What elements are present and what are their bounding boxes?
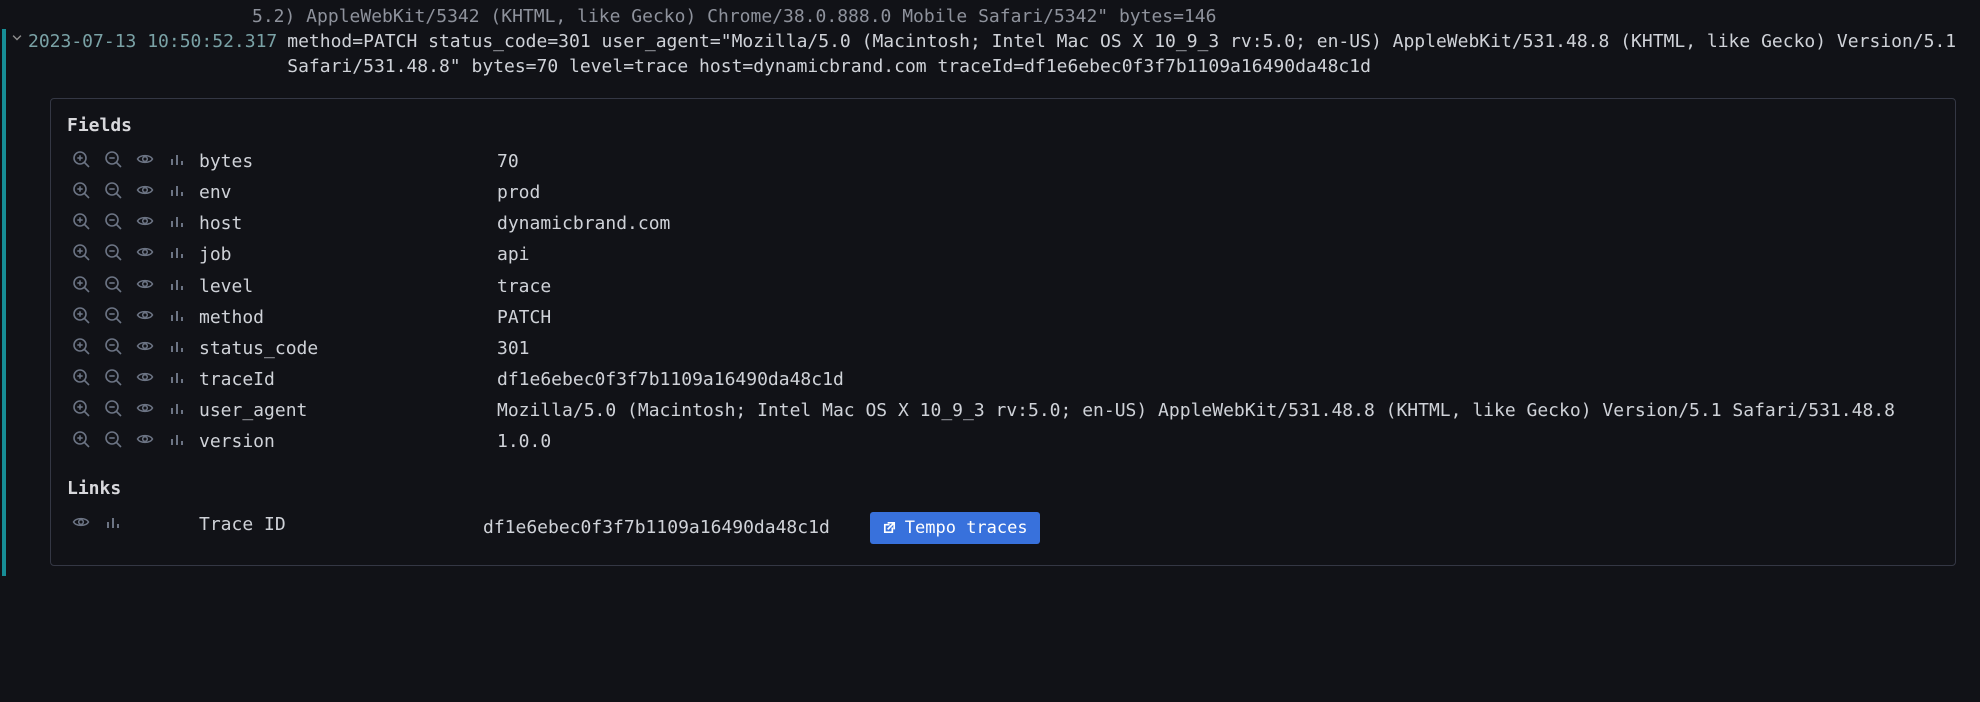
field-row: method PATCH [67,302,1939,333]
log-timestamp: 2023-07-13 10:50:52.317 [28,29,287,54]
field-row: job api [67,239,1939,270]
tempo-button-label: Tempo traces [905,518,1028,538]
field-key: bytes [199,149,497,174]
eye-icon[interactable] [71,512,91,532]
eye-icon[interactable] [135,305,155,325]
eye-icon[interactable] [135,274,155,294]
log-message: method=PATCH status_code=301 user_agent=… [287,29,1980,79]
eye-icon[interactable] [135,180,155,200]
field-value: Mozilla/5.0 (Macintosh; Intel Mac OS X 1… [497,398,1939,423]
stats-icon[interactable] [167,367,187,387]
eye-icon[interactable] [135,149,155,169]
zoom-in-icon[interactable] [71,429,91,449]
eye-icon[interactable] [135,211,155,231]
stats-icon[interactable] [167,429,187,449]
zoom-out-icon[interactable] [103,305,123,325]
stats-icon[interactable] [167,398,187,418]
eye-icon[interactable] [135,398,155,418]
field-row: level trace [67,271,1939,302]
zoom-out-icon[interactable] [103,180,123,200]
fields-section-title: Fields [67,113,1939,138]
field-key: version [199,429,497,454]
field-key: method [199,305,497,330]
zoom-in-icon[interactable] [71,211,91,231]
field-row: host dynamicbrand.com [67,208,1939,239]
zoom-out-icon[interactable] [103,242,123,262]
link-key: Trace ID [199,512,483,537]
zoom-out-icon[interactable] [103,149,123,169]
log-row-expanded[interactable]: 2023-07-13 10:50:52.317 method=PATCH sta… [2,29,1980,79]
stats-icon[interactable] [103,512,123,532]
zoom-in-icon[interactable] [71,242,91,262]
field-key: traceId [199,367,497,392]
field-value: 1.0.0 [497,429,1939,454]
tempo-traces-button[interactable]: Tempo traces [870,512,1040,544]
field-row: status_code 301 [67,333,1939,364]
collapse-caret-icon[interactable] [10,29,28,45]
log-details-panel: Fields bytes 70 env prod host dynamicbra… [50,98,1956,566]
links-section-title: Links [67,476,1939,501]
zoom-in-icon[interactable] [71,274,91,294]
zoom-in-icon[interactable] [71,398,91,418]
previous-log-text: 5.2) AppleWebKit/5342 (KHTML, like Gecko… [252,4,1980,29]
field-value: trace [497,274,1939,299]
eye-icon[interactable] [135,242,155,262]
field-key: user_agent [199,398,497,423]
field-value: api [497,242,1939,267]
stats-icon[interactable] [167,274,187,294]
field-value: 70 [497,149,1939,174]
field-key: host [199,211,497,236]
zoom-out-icon[interactable] [103,429,123,449]
zoom-in-icon[interactable] [71,305,91,325]
field-row: bytes 70 [67,146,1939,177]
zoom-out-icon[interactable] [103,367,123,387]
zoom-in-icon[interactable] [71,367,91,387]
field-key: env [199,180,497,205]
field-value: 301 [497,336,1939,361]
field-row: traceId df1e6ebec0f3f7b1109a16490da48c1d [67,364,1939,395]
stats-icon[interactable] [167,336,187,356]
external-link-icon [882,520,897,535]
field-value: PATCH [497,305,1939,330]
stats-icon[interactable] [167,242,187,262]
eye-icon[interactable] [135,336,155,356]
zoom-out-icon[interactable] [103,336,123,356]
stats-icon[interactable] [167,149,187,169]
stats-icon[interactable] [167,305,187,325]
field-key: level [199,274,497,299]
stats-icon[interactable] [167,211,187,231]
field-key: job [199,242,497,267]
zoom-in-icon[interactable] [71,336,91,356]
field-key: status_code [199,336,497,361]
previous-log-tail: 5.2) AppleWebKit/5342 (KHTML, like Gecko… [2,4,1980,29]
zoom-in-icon[interactable] [71,149,91,169]
field-value: dynamicbrand.com [497,211,1939,236]
field-row: version 1.0.0 [67,426,1939,457]
field-row: env prod [67,177,1939,208]
zoom-in-icon[interactable] [71,180,91,200]
link-row: Trace ID df1e6ebec0f3f7b1109a16490da48c1… [67,509,1939,547]
field-value: df1e6ebec0f3f7b1109a16490da48c1d [497,367,1939,392]
link-value: df1e6ebec0f3f7b1109a16490da48c1d [483,515,830,540]
zoom-out-icon[interactable] [103,274,123,294]
eye-icon[interactable] [135,429,155,449]
field-row: user_agent Mozilla/5.0 (Macintosh; Intel… [67,395,1939,426]
zoom-out-icon[interactable] [103,211,123,231]
zoom-out-icon[interactable] [103,398,123,418]
stats-icon[interactable] [167,180,187,200]
eye-icon[interactable] [135,367,155,387]
field-value: prod [497,180,1939,205]
